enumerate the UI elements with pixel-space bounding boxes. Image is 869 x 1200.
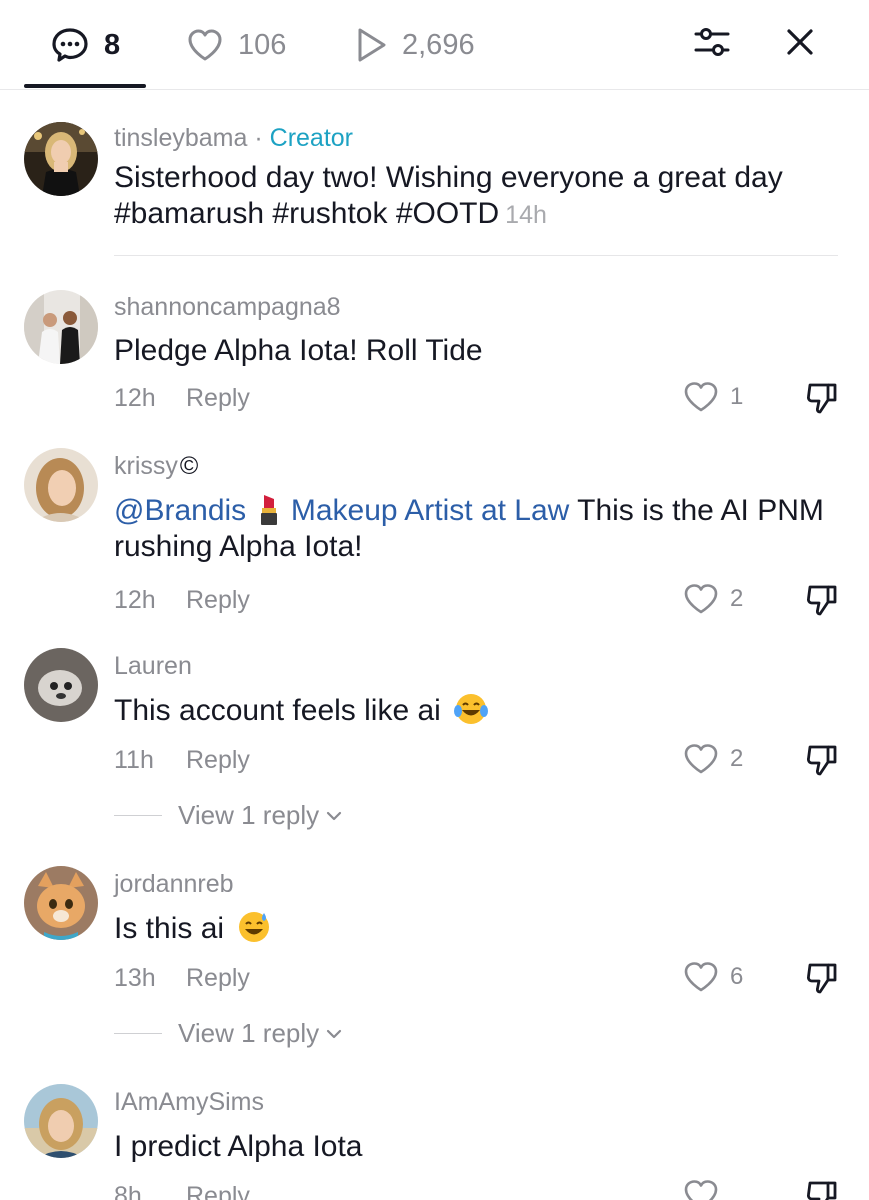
comment-text: @Brandis Makeup Artist at Law This is th… xyxy=(114,493,844,565)
creator-caption-text: Sisterhood day two! Wishing everyone a g… xyxy=(114,161,783,230)
dislike-button[interactable] xyxy=(804,1178,840,1200)
view-replies-label: View 1 reply xyxy=(178,800,320,830)
creator-username-row: tinsleybama · Creator xyxy=(114,124,353,153)
chevron-down-icon xyxy=(327,1029,342,1038)
comment-time: 13h xyxy=(114,964,156,992)
comment-username[interactable]: jordannreb xyxy=(114,870,234,899)
comment-time: 11h xyxy=(114,746,154,774)
view-replies-button[interactable]: View 1 reply xyxy=(114,800,343,831)
comment-meta: 11h Reply 2 xyxy=(114,742,844,778)
thumbs-down-icon xyxy=(807,383,837,414)
comment-meta: 8h Reply xyxy=(114,1178,844,1200)
comment-text: I predict Alpha Iota xyxy=(114,1130,363,1163)
creator-post-time: 14h xyxy=(505,201,547,229)
creator-caption: Sisterhood day two! Wishing everyone a g… xyxy=(114,160,844,233)
thumbs-down-icon xyxy=(807,745,837,776)
likes-count: 106 xyxy=(238,28,287,61)
like-count: 6 xyxy=(730,963,744,990)
dislike-button[interactable] xyxy=(804,960,840,1003)
filter-button[interactable] xyxy=(690,20,734,64)
comment-avatar-krissy[interactable] xyxy=(24,448,98,522)
like-button[interactable]: 1 xyxy=(682,380,743,414)
heart-icon xyxy=(188,29,222,61)
like-count: 1 xyxy=(730,383,744,410)
separator-dot: · xyxy=(254,124,263,152)
creator-username[interactable]: tinsleybama xyxy=(114,124,247,152)
view-replies-line xyxy=(114,1033,162,1034)
dislike-button[interactable] xyxy=(804,380,840,423)
username-badge: © xyxy=(179,452,199,480)
comment-meta: 12h Reply 1 xyxy=(114,380,844,416)
comment-meta: 12h Reply 2 xyxy=(114,582,844,618)
comment-avatar-jordannreb[interactable] xyxy=(24,866,98,940)
comment-username[interactable]: shannoncampagna8 xyxy=(114,293,341,322)
like-button[interactable]: 6 xyxy=(682,960,743,994)
like-button[interactable]: 2 xyxy=(682,582,743,616)
view-replies-line xyxy=(114,815,162,816)
heart-icon xyxy=(684,382,718,412)
comment-text-body: This account feels like ai xyxy=(114,694,441,727)
views-count: 2,696 xyxy=(402,28,475,61)
mention-link-continued[interactable]: Makeup Artist at Law xyxy=(291,494,569,527)
reply-button[interactable]: Reply xyxy=(186,384,250,413)
comment-text: Pledge Alpha Iota! Roll Tide xyxy=(114,334,483,367)
comment-username[interactable]: Lauren xyxy=(114,652,192,681)
thumbs-down-icon xyxy=(807,1181,837,1200)
comment-time: 8h xyxy=(114,1182,142,1200)
heart-icon xyxy=(684,962,718,992)
comment-text: Is this ai xyxy=(114,911,844,947)
close-button[interactable] xyxy=(778,20,822,64)
reply-button[interactable]: Reply xyxy=(186,586,250,615)
comment-username-row: krissy© xyxy=(114,452,198,481)
mention-link[interactable]: @Brandis xyxy=(114,494,246,527)
heart-icon xyxy=(684,744,718,774)
like-button[interactable] xyxy=(682,1178,720,1200)
reply-button[interactable]: Reply xyxy=(186,964,250,993)
like-count: 2 xyxy=(730,745,744,772)
like-button[interactable]: 2 xyxy=(682,742,743,776)
comment-text: This account feels like ai xyxy=(114,693,844,729)
dislike-button[interactable] xyxy=(804,582,840,625)
heart-icon xyxy=(684,1180,718,1200)
creator-badge: Creator xyxy=(269,124,354,152)
play-icon xyxy=(358,28,386,62)
active-tab-indicator xyxy=(24,84,146,88)
view-replies-label: View 1 reply xyxy=(178,1018,320,1048)
comment-text-body: Is this ai xyxy=(114,912,225,945)
creator-avatar[interactable] xyxy=(24,122,98,196)
reply-button[interactable]: Reply xyxy=(186,1182,250,1200)
chevron-down-icon xyxy=(327,811,342,820)
comment-avatar-lauren[interactable] xyxy=(24,648,98,722)
close-icon xyxy=(787,29,813,55)
comment-avatar-iamamysims[interactable] xyxy=(24,1084,98,1158)
comment-username[interactable]: IAmAmySims xyxy=(114,1088,264,1117)
tab-likes[interactable]: 106 xyxy=(186,24,286,66)
lipstick-icon xyxy=(260,495,277,526)
sweat-smile-emoji-icon xyxy=(239,912,270,943)
reply-button[interactable]: Reply xyxy=(186,746,250,775)
tab-views[interactable]: 2,696 xyxy=(354,24,475,66)
comments-header: 8 106 2,696 xyxy=(0,0,869,90)
heart-icon xyxy=(684,584,718,614)
thumbs-down-icon xyxy=(807,585,837,616)
dislike-button[interactable] xyxy=(804,742,840,785)
view-replies-button[interactable]: View 1 reply xyxy=(114,1018,343,1049)
tab-comments[interactable]: 8 xyxy=(50,24,120,66)
sliders-icon xyxy=(694,28,730,56)
laughing-tears-emoji-icon xyxy=(454,694,489,725)
comment-avatar-shannoncampagna8[interactable] xyxy=(24,290,98,364)
comment-time: 12h xyxy=(114,384,156,412)
comment-icon xyxy=(52,28,88,62)
thumbs-down-icon xyxy=(807,963,837,994)
comment-username[interactable]: krissy xyxy=(114,452,178,480)
comment-meta: 13h Reply 6 xyxy=(114,960,844,996)
comments-count: 8 xyxy=(104,28,121,61)
comment-time: 12h xyxy=(114,586,156,614)
creator-divider xyxy=(114,255,838,256)
like-count: 2 xyxy=(730,585,744,612)
